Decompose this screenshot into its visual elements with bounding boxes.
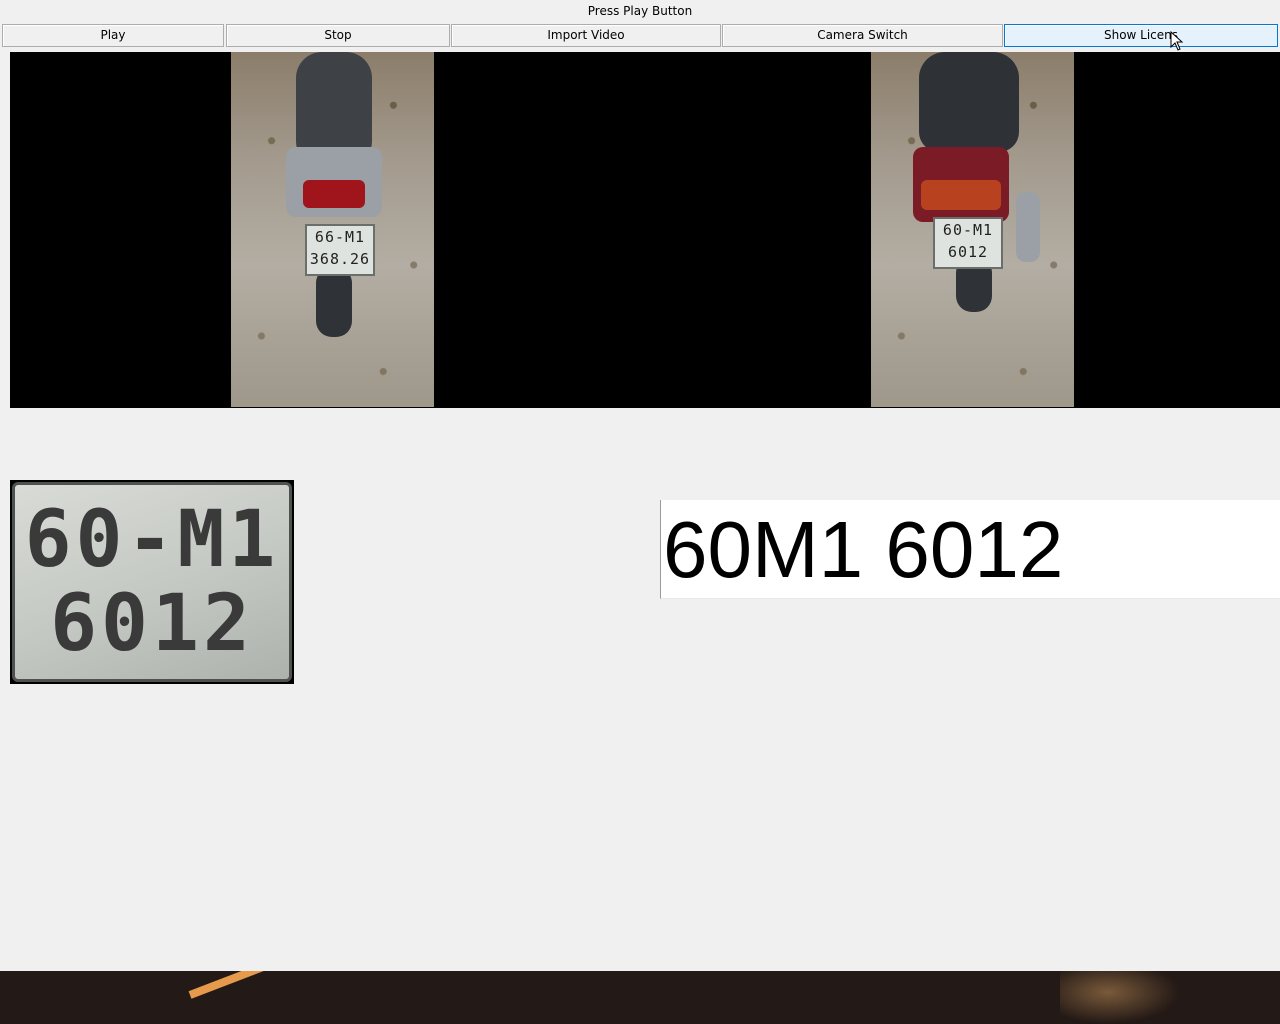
motorbike-taillight bbox=[303, 180, 365, 208]
stop-button[interactable]: Stop bbox=[226, 24, 450, 47]
motorbike-seat bbox=[296, 52, 372, 162]
license-plate-crop: 60-M1 6012 bbox=[10, 480, 294, 684]
license-plate-line1: 60-M1 bbox=[942, 221, 994, 239]
plate-crop-line1: 60-M1 bbox=[24, 495, 280, 585]
camera-switch-button[interactable]: Camera Switch bbox=[722, 24, 1003, 47]
app-window: Press Play Button Play Stop Import Video… bbox=[0, 0, 1280, 1024]
video-frame-left: 66-M1 368.26 bbox=[231, 52, 434, 407]
motorbike-taillight bbox=[921, 180, 1001, 210]
license-plate-line1: 66-M1 bbox=[314, 228, 366, 246]
mouse-pointer-icon bbox=[1170, 31, 1184, 51]
video-frame-right: 60-M1 6012 bbox=[871, 52, 1074, 407]
import-video-button[interactable]: Import Video bbox=[451, 24, 721, 47]
motorbike-exhaust bbox=[1016, 192, 1040, 262]
motorbike-tyre bbox=[316, 267, 352, 337]
license-plate-line2: 6012 bbox=[947, 243, 989, 261]
motorbike-seat bbox=[919, 52, 1019, 152]
license-plate-right: 60-M1 6012 bbox=[933, 217, 1003, 269]
road-marking bbox=[188, 971, 388, 999]
desktop-background bbox=[0, 971, 1280, 1024]
video-display: 66-M1 368.26 60-M1 6012 bbox=[10, 52, 1280, 408]
show-license-button[interactable]: Show Licens bbox=[1004, 24, 1278, 47]
window-title: Press Play Button bbox=[587, 4, 693, 18]
plate-crop-line2: 6012 bbox=[50, 579, 254, 669]
recognized-plate-text[interactable]: 60M1 6012 bbox=[660, 500, 1280, 599]
play-button[interactable]: Play bbox=[2, 24, 224, 47]
license-plate-line2: 368.26 bbox=[309, 250, 371, 268]
license-plate-left: 66-M1 368.26 bbox=[305, 224, 375, 276]
toolbar: Play Stop Import Video Camera Switch Sho… bbox=[2, 24, 1278, 49]
